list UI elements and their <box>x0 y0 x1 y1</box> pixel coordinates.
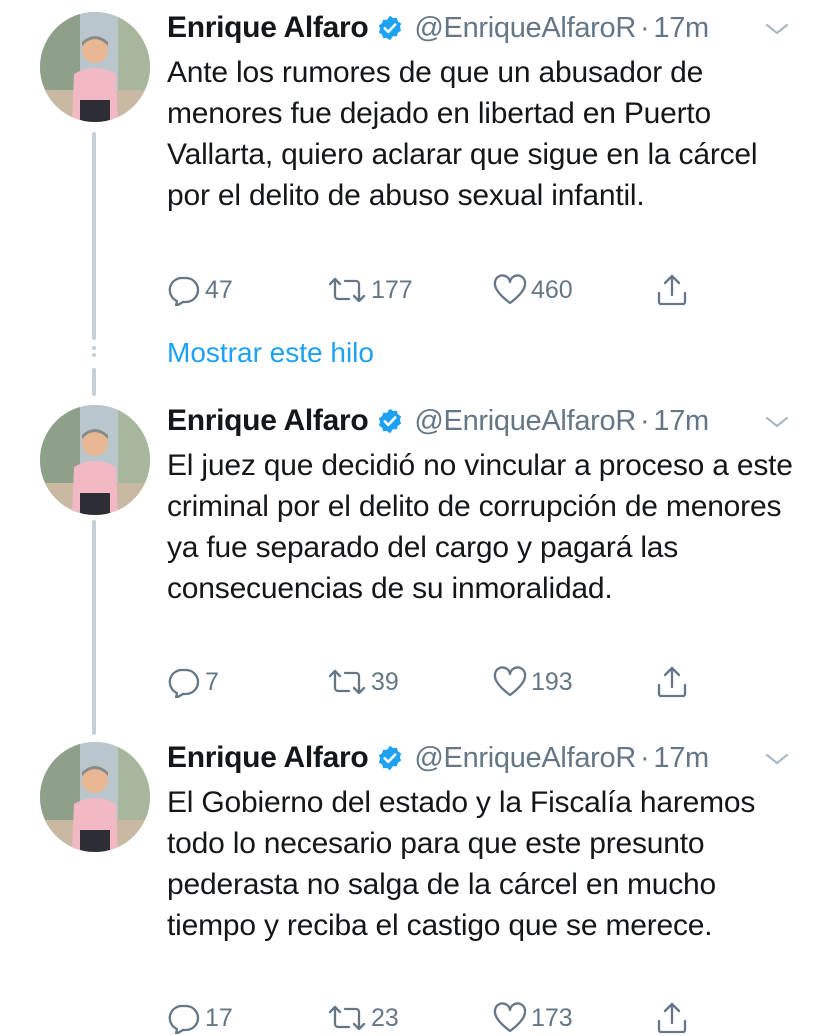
avatar[interactable] <box>40 12 150 122</box>
reply-button[interactable]: 47 <box>167 272 233 308</box>
chevron-down-icon[interactable] <box>764 20 790 38</box>
verified-badge-icon <box>379 408 402 434</box>
like-count: 193 <box>531 667 573 696</box>
reply-count: 7 <box>205 667 219 696</box>
like-count: 460 <box>531 275 573 304</box>
thread-dot <box>92 353 96 357</box>
heart-icon <box>493 666 527 697</box>
share-icon <box>657 666 687 698</box>
retweet-count: 177 <box>371 275 413 304</box>
thread-dot <box>92 346 96 350</box>
avatar[interactable] <box>40 405 150 515</box>
tweet-text: Ante los rumores de que un abusador de m… <box>167 56 758 212</box>
tweet-text: El juez que decidió no vincular a proces… <box>167 449 793 605</box>
reply-count: 47 <box>205 275 233 304</box>
separator: · <box>640 741 650 774</box>
author-handle[interactable]: @EnriqueAlfaroR <box>414 405 636 438</box>
retweet-icon <box>328 1005 366 1031</box>
chevron-down-icon[interactable] <box>764 413 790 431</box>
like-button[interactable]: 460 <box>493 272 573 308</box>
retweet-button[interactable]: 39 <box>327 664 399 700</box>
verified-badge-icon <box>379 15 402 41</box>
retweet-icon <box>328 277 366 303</box>
chevron-down-icon[interactable] <box>764 750 790 768</box>
author-name[interactable]: Enrique Alfaro <box>167 741 369 775</box>
separator: · <box>640 404 650 437</box>
heart-icon <box>493 1002 527 1033</box>
reply-icon <box>168 276 200 306</box>
author-name[interactable]: Enrique Alfaro <box>167 11 369 45</box>
author-name[interactable]: Enrique Alfaro <box>167 404 369 438</box>
retweet-button[interactable]: 177 <box>327 272 413 308</box>
reply-icon <box>168 1004 200 1034</box>
retweet-count: 39 <box>371 667 399 696</box>
tweet-text: El Gobierno del estado y la Fiscalía har… <box>167 786 756 942</box>
share-icon <box>657 274 687 306</box>
verified-badge-icon <box>379 745 402 771</box>
like-button[interactable]: 193 <box>493 664 573 700</box>
share-button[interactable] <box>655 664 689 700</box>
tweet-actions: 47 177 460 <box>167 272 727 308</box>
thread-line <box>92 368 96 396</box>
reply-icon <box>168 668 200 698</box>
reply-button[interactable]: 7 <box>167 664 219 700</box>
show-thread-link[interactable]: Mostrar este hilo <box>167 337 374 369</box>
tweet-time[interactable]: 17m <box>653 742 709 775</box>
author-handle[interactable]: @EnriqueAlfaroR <box>414 12 636 45</box>
heart-icon <box>493 274 527 305</box>
share-button[interactable] <box>655 272 689 308</box>
tweet[interactable]: Enrique Alfaro @EnriqueAlfaroR · 17m Ant… <box>0 8 828 328</box>
tweet[interactable]: Enrique Alfaro @EnriqueAlfaroR · 17m El … <box>0 401 828 721</box>
retweet-icon <box>328 669 366 695</box>
separator: · <box>640 11 650 44</box>
reply-count: 17 <box>205 1003 233 1032</box>
retweet-count: 23 <box>371 1003 399 1032</box>
tweet-time[interactable]: 17m <box>653 405 709 438</box>
tweet[interactable]: Enrique Alfaro @EnriqueAlfaroR · 17m El … <box>0 738 828 1034</box>
like-count: 173 <box>531 1003 573 1032</box>
avatar[interactable] <box>40 742 150 852</box>
tweet-time[interactable]: 17m <box>653 12 709 45</box>
share-icon <box>657 1002 687 1034</box>
author-handle[interactable]: @EnriqueAlfaroR <box>414 742 636 775</box>
tweet-actions: 7 39 193 <box>167 664 727 700</box>
